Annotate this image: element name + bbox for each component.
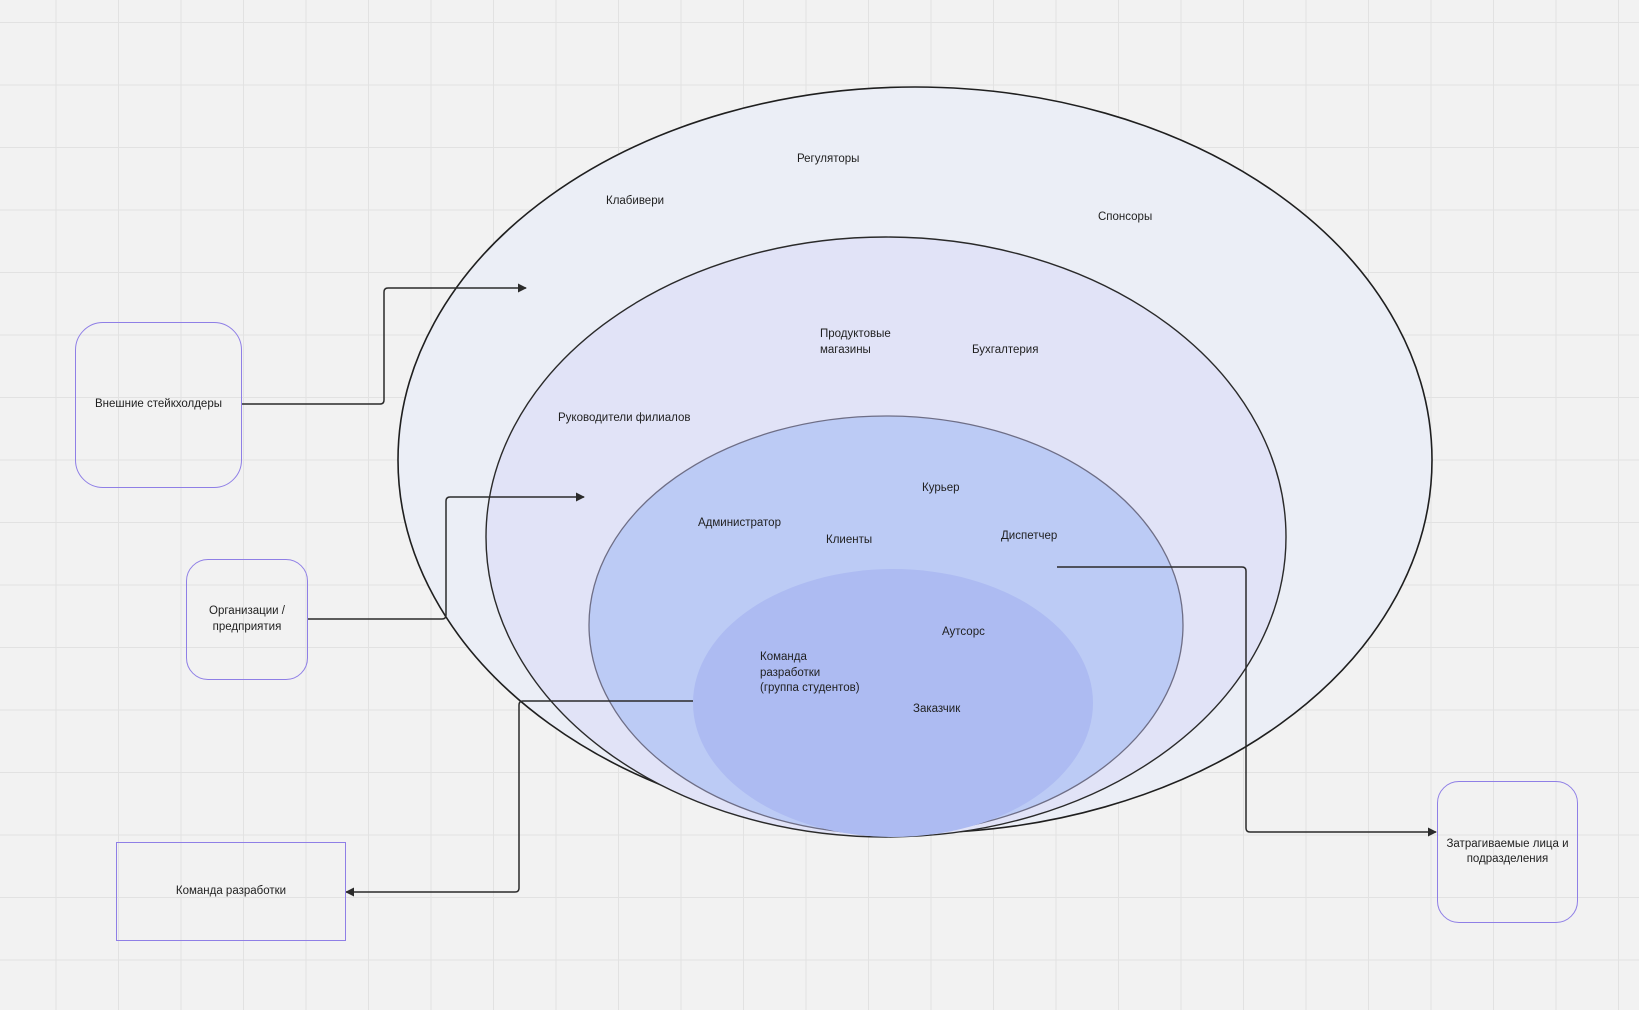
label-courier[interactable]: Курьер [922,481,960,497]
label-accounting[interactable]: Бухгалтерия [972,343,1038,359]
label-grocery[interactable]: Продуктовые магазины [820,327,891,358]
label-outsource[interactable]: Аутсорс [942,625,985,641]
box-dev-team[interactable]: Команда разработки [116,842,346,941]
label-dev-team-students[interactable]: Команда разработки (группа студентов) [760,650,860,697]
box-external-stakeholders[interactable]: Внешние стейкхолдеры [75,322,242,488]
label-customer[interactable]: Заказчик [913,702,960,718]
label-clubs[interactable]: Клабивери [606,194,664,210]
box-affected[interactable]: Затрагиваемые лица и подразделения [1437,781,1578,923]
label-dispatcher[interactable]: Диспетчер [1001,529,1057,545]
ring-core[interactable] [693,569,1093,837]
label-regulators[interactable]: Регуляторы [797,152,859,168]
label-clients[interactable]: Клиенты [826,533,872,549]
label-branch-heads[interactable]: Руководители филиалов [558,411,690,427]
label-sponsors[interactable]: Спонсоры [1098,210,1152,226]
whiteboard-canvas[interactable]: Регуляторы Клабивери Спонсоры Продуктовы… [0,0,1639,1010]
label-administrator[interactable]: Администратор [698,516,781,532]
box-organizations[interactable]: Организации / предприятия [186,559,308,680]
